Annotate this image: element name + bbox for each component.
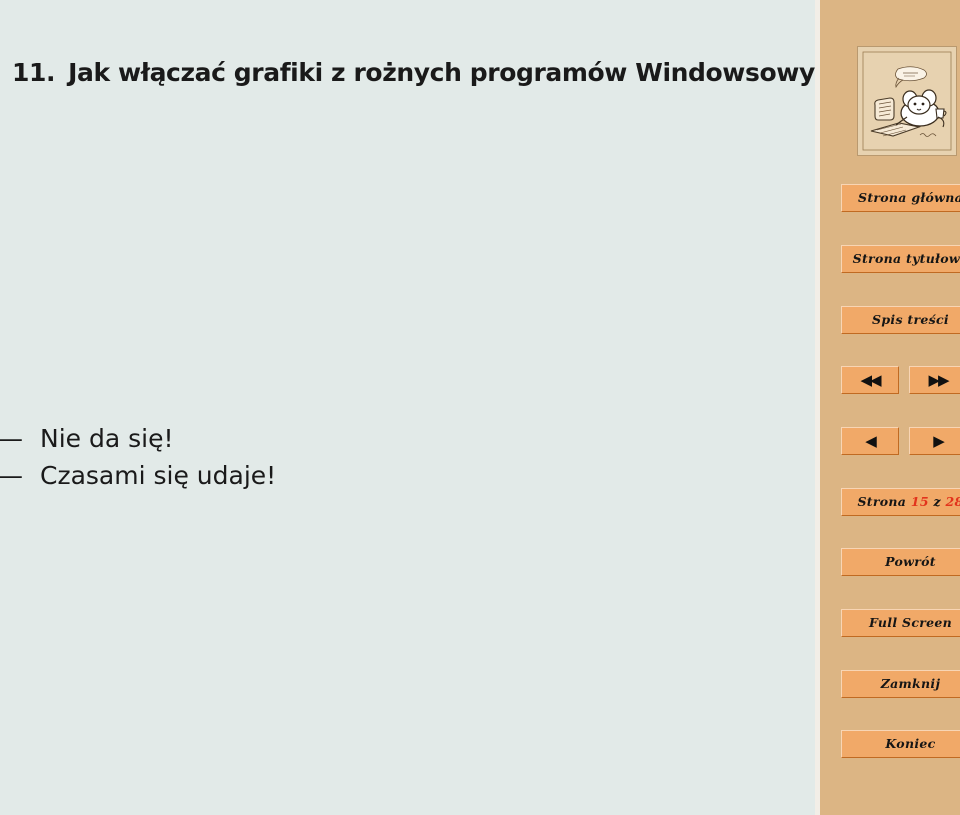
page-counter-total: 28 <box>945 494 960 509</box>
sidebar-button-first-page[interactable]: ◀◀ <box>841 366 899 394</box>
sidebar-button-table-of-contents[interactable]: Spis treści <box>841 306 960 334</box>
sidebar-button-end[interactable]: Koniec <box>841 730 960 758</box>
slide-content-area: 11. Jak włączać grafiki z rożnych program… <box>0 0 861 815</box>
double-right-arrow-icon: ▶▶ <box>928 371 949 389</box>
list-item-label: Czasami się udaje! <box>40 461 277 490</box>
slide-title-text: Jak włączać grafiki z rożnych programów … <box>68 58 861 87</box>
page-counter-current: 15 <box>910 494 929 509</box>
left-arrow-icon: ◀ <box>865 432 876 450</box>
slide-number: 11. <box>12 58 56 87</box>
page-counter[interactable]: Strona 15 z 28 <box>841 488 960 516</box>
list-item: — Nie da się! <box>0 420 800 457</box>
cartoon-mouse-at-computer-logo <box>857 46 957 156</box>
list-item: — Czasami się udaje! <box>0 457 800 494</box>
double-left-arrow-icon: ◀◀ <box>860 371 881 389</box>
sidebar-button-back[interactable]: Powrót <box>841 548 960 576</box>
sidebar-button-close[interactable]: Zamknij <box>841 670 960 698</box>
page-counter-separator: z <box>933 494 941 509</box>
sidebar-button-previous-page[interactable]: ◀ <box>841 427 899 455</box>
sidebar-button-next-page[interactable]: ▶ <box>909 427 960 455</box>
sidebar-button-home[interactable]: Strona główna <box>841 184 960 212</box>
sidebar-button-last-page[interactable]: ▶▶ <box>909 366 960 394</box>
list-item-label: Nie da się! <box>40 424 174 453</box>
em-dash-icon: — <box>0 461 23 490</box>
sidebar-button-full-screen[interactable]: Full Screen <box>841 609 960 637</box>
right-arrow-icon: ▶ <box>933 432 944 450</box>
page-title: 11. Jak włączać grafiki z rożnych program… <box>12 58 861 87</box>
em-dash-icon: — <box>0 424 23 453</box>
page-counter-label: Strona <box>857 494 907 509</box>
sidebar-button-title-page[interactable]: Strona tytułowa <box>841 245 960 273</box>
navigation-sidebar: Strona główna Strona tytułowa Spis treśc… <box>820 0 960 815</box>
bullet-list: — Nie da się! — Czasami się udaje! <box>0 420 800 494</box>
presentation-slide: 11. Jak włączać grafiki z rożnych program… <box>0 0 960 815</box>
